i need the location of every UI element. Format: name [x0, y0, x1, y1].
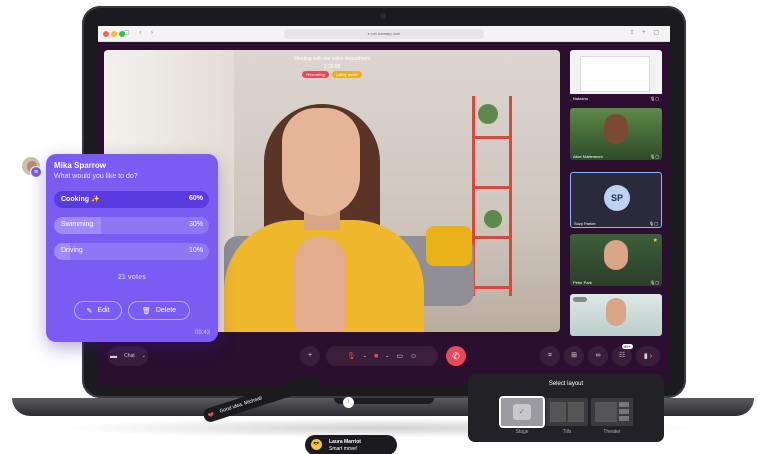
- raise-hand-icon: ★: [652, 238, 658, 244]
- participant-name: Natasha: [573, 96, 588, 101]
- chevron-down-icon[interactable]: ⌄: [363, 353, 367, 359]
- layout-label-tills: Tills: [562, 429, 572, 435]
- poll-option-swimming[interactable]: Swimming 30%: [54, 217, 209, 234]
- participant-tile-active[interactable]: SP Suzy Parker 🎙▢: [570, 172, 662, 228]
- media-controls[interactable]: 🎙 ⌄ ■ ⌄ ▭ ☺: [326, 346, 438, 366]
- camera-off-icon[interactable]: ■: [374, 353, 378, 360]
- theater-preview: [595, 402, 617, 422]
- layout-option-theater[interactable]: [591, 398, 633, 426]
- grid-layout-icon[interactable]: ⊞: [564, 346, 584, 366]
- poll-option-driving[interactable]: Driving 10%: [54, 243, 209, 260]
- participant-name: Alice Mattenhom: [573, 154, 603, 159]
- promo-scene: ▢ ‹ › e-net.icewarp.com ⇪ + ▢ W IceWarp …: [0, 0, 758, 454]
- participant-name: Peter Park: [573, 280, 592, 285]
- theater-side-preview: [619, 402, 629, 422]
- browser-action-icons[interactable]: ⇪ + ▢: [629, 29, 662, 36]
- participant-tile[interactable]: [570, 294, 662, 336]
- poll-option-label: Swimming: [61, 221, 94, 228]
- browser-nav-icons[interactable]: ▢ ‹ ›: [124, 29, 157, 36]
- link-icon[interactable]: ∞: [588, 346, 608, 366]
- delete-poll-button[interactable]: 🗑 Delete: [128, 301, 190, 320]
- participant-avatar: SP: [604, 185, 630, 211]
- meeting-timer: 1:25:08: [323, 64, 341, 70]
- chat-label: Chat: [124, 353, 135, 359]
- chevron-down-icon[interactable]: ⌄: [385, 353, 389, 359]
- sunglasses-emoji-icon: 😎: [311, 439, 322, 450]
- chat-sender-name: Laura Marriot: [329, 439, 361, 445]
- poll-option-percent: 30%: [188, 221, 203, 228]
- participant-face: [604, 114, 628, 144]
- background-plant: [484, 210, 502, 228]
- window-minimize-dot[interactable]: [111, 31, 117, 37]
- delete-label: Delete: [155, 307, 177, 314]
- participants-sidebar: Natasha 🎙▢ Alice Mattenhom 🎙▢ SP Suzy Pa…: [570, 50, 662, 336]
- end-call-button[interactable]: ✆: [446, 346, 466, 366]
- mic-icon: 🎙▢: [650, 96, 659, 101]
- participants-count-badge: 99+: [622, 344, 633, 349]
- background-pillow: [426, 226, 472, 266]
- chat-icon: ▬: [110, 352, 118, 360]
- meeting-status-badges: Recording Lobby mode: [104, 71, 560, 78]
- poll-option-percent: 60%: [188, 195, 203, 202]
- participant-tile[interactable]: Natasha 🎙▢: [570, 50, 662, 102]
- address-bar[interactable]: e-net.icewarp.com: [284, 29, 484, 39]
- speaker-hands: [294, 236, 346, 332]
- participant-tile[interactable]: Alice Mattenhom 🎙▢: [570, 108, 662, 160]
- layout-label-stage: Stage: [515, 429, 529, 435]
- meeting-title: Meeting with the sales department: [293, 56, 371, 62]
- heart-icon: ❤: [206, 409, 216, 421]
- stage-preview: ✓: [513, 404, 531, 420]
- poll-card: Mika Sparrow What would you like to do? …: [46, 154, 218, 342]
- poll-question: What would you like to do?: [54, 173, 138, 180]
- layout-option-tills[interactable]: [546, 398, 588, 426]
- pencil-icon: ✎: [86, 307, 93, 315]
- laptop-camera: [380, 13, 386, 19]
- edit-label: Edit: [97, 307, 110, 314]
- participant-name: Suzy Parker: [574, 221, 596, 226]
- layout-panel-title: Select layout: [548, 381, 584, 387]
- window-close-dot[interactable]: [103, 31, 109, 37]
- poll-option-label: Cooking ✨: [61, 196, 100, 203]
- mic-icon: 🎙▢: [650, 154, 659, 159]
- participant-face: [604, 240, 628, 270]
- mic-muted-icon: 🎙▢: [649, 221, 658, 226]
- chat-notification[interactable]: 😎 Laura Marriot Smart move!: [305, 435, 397, 454]
- poll-vote-count: 21 votes: [117, 274, 147, 281]
- participant-tile[interactable]: ★ Peter Park 🎙▢: [570, 234, 662, 286]
- screen-share-icon[interactable]: ▭: [396, 352, 403, 360]
- chevron-down-icon: ⌄: [141, 353, 146, 359]
- chat-message: Smart move!: [329, 446, 358, 452]
- participant-name-pill: [573, 297, 587, 302]
- emoji-icon[interactable]: ☺: [410, 353, 417, 360]
- speaker-face: [282, 108, 360, 216]
- participant-face: [606, 298, 626, 326]
- chat-button[interactable]: ▬ Chat ⌄: [108, 346, 148, 366]
- shared-document-preview: [580, 56, 650, 92]
- tills-preview: [550, 402, 584, 422]
- background-plant: [478, 104, 498, 124]
- call-toolbar: ▬ Chat ⌄ + 🎙 ⌄ ■ ⌄ ▭ ☺ ✆ ⌗ ⊞ ∞ ☷ 99+ ▮ ›: [98, 342, 670, 372]
- more-options-button[interactable]: ▮ ›: [636, 346, 660, 366]
- poll-timestamp: 09:43: [194, 330, 210, 336]
- poll-icon: ≡: [30, 166, 42, 178]
- participants-icon[interactable]: ☷: [612, 346, 632, 366]
- background-shelf: [472, 96, 512, 296]
- recording-badge: Recording: [302, 71, 329, 78]
- arrow-up-icon[interactable]: ↑: [343, 397, 354, 408]
- select-layout-panel: Select layout ✓ Stage Tills Theater: [468, 374, 664, 442]
- add-button[interactable]: +: [300, 346, 320, 366]
- trash-icon: 🗑: [141, 307, 151, 315]
- mic-muted-icon[interactable]: 🎙: [347, 352, 356, 360]
- poll-option-label: Driving: [61, 247, 83, 254]
- fullscreen-icon[interactable]: ⌗: [540, 346, 560, 366]
- mic-icon: 🎙▢: [650, 280, 659, 285]
- layout-label-theater: Theater: [603, 429, 621, 435]
- layout-option-stage[interactable]: ✓: [499, 396, 545, 428]
- poll-author-name: Mika Sparrow: [54, 161, 107, 170]
- poll-option-cooking[interactable]: Cooking ✨ 60%: [54, 191, 209, 208]
- poll-option-percent: 10%: [188, 247, 203, 254]
- lobby-mode-badge: Lobby mode: [331, 71, 362, 78]
- edit-poll-button[interactable]: ✎ Edit: [74, 301, 122, 320]
- browser-toolbar: ▢ ‹ › e-net.icewarp.com ⇪ + ▢: [98, 26, 670, 42]
